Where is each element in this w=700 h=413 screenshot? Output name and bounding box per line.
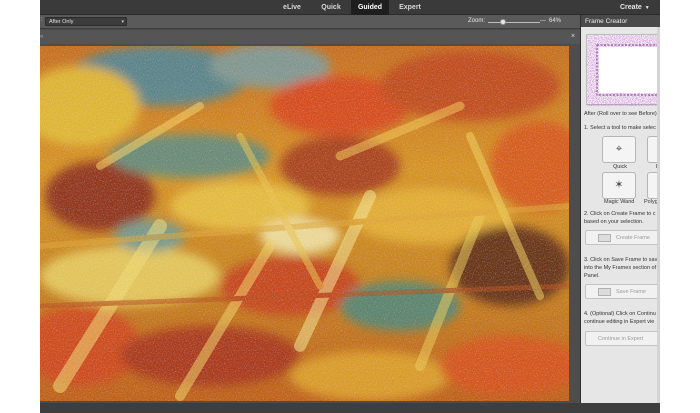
create-frame-icon: [598, 234, 611, 242]
tool-label-polygonal: Polyg: [644, 199, 658, 205]
tab-elive[interactable]: eLive: [274, 0, 310, 15]
save-frame-icon: [598, 288, 611, 296]
guided-panel: Frame Creator After (Roll over to see Be…: [580, 15, 660, 403]
select-arrows-icon: ▾: [121, 19, 124, 25]
tool-label-quick: Quick: [613, 164, 628, 170]
tab-quick[interactable]: Quick: [314, 0, 348, 15]
zoom-value[interactable]: 64%: [549, 18, 561, 24]
canvas-area: [40, 44, 580, 403]
create-frame-button[interactable]: Create Frame: [585, 230, 660, 245]
frame-preview[interactable]: [586, 34, 660, 105]
zoom-slider-track[interactable]: [488, 22, 540, 23]
frame-preview-image: [590, 38, 660, 103]
mode-bar: eLive Quick Guided Expert Create ▼: [40, 0, 660, 15]
magic-wand-icon: ✶: [614, 179, 624, 191]
step3-text-line2: into the My Frames section of: [584, 265, 657, 271]
magic-wand-tool-button[interactable]: ✶: [602, 172, 636, 199]
save-frame-button[interactable]: Save Frame: [585, 284, 660, 299]
document-image[interactable]: [40, 46, 569, 401]
zoom-separator: —: [540, 18, 546, 24]
step3-text-line1: 3. Click on Save Frame to sav: [584, 257, 658, 263]
step2-text-line2: based on your selection.: [584, 219, 644, 225]
view-select[interactable]: After Only ▾: [45, 17, 127, 26]
step3-text-line3: Panel.: [584, 273, 600, 279]
tab-guided[interactable]: Guided: [351, 0, 389, 15]
close-icon[interactable]: ×: [571, 33, 575, 40]
collapse-icon[interactable]: «: [40, 34, 43, 40]
panel-header: Frame Creator: [581, 15, 660, 27]
view-select-value: After Only: [49, 19, 74, 25]
bottom-bar: [40, 403, 660, 413]
quick-selection-tool-button[interactable]: ⌖: [602, 136, 636, 163]
create-button[interactable]: Create ▼: [620, 0, 650, 15]
continue-in-expert-button[interactable]: Continue in Expert: [585, 331, 660, 346]
create-frame-label: Create Frame: [616, 235, 650, 241]
zoom-slider-handle[interactable]: [500, 19, 506, 25]
chevron-down-icon: ▼: [644, 5, 650, 11]
view-label-colon: :: [41, 17, 43, 23]
quick-selection-icon: ⌖: [615, 143, 623, 155]
document-strip: « ×: [40, 30, 580, 44]
step2-text-line1: 2. Click on Create Frame to c: [584, 211, 656, 217]
panel-scrollbar[interactable]: [657, 27, 660, 403]
panel-title: Frame Creator: [585, 18, 628, 25]
continue-in-expert-label: Continue in Expert: [598, 336, 644, 342]
save-frame-label: Save Frame: [616, 289, 646, 295]
step1-text: 1. Select a tool to make selec: [584, 125, 656, 131]
options-bar: : After Only ▾ Zoom: — 64%: [40, 15, 580, 29]
create-label: Create: [620, 4, 642, 11]
preview-caption: After (Roll over to see Before): [584, 111, 657, 117]
zoom-label: Zoom:: [468, 18, 486, 24]
step4-text-line2: continue editing in Expert vie: [584, 319, 655, 325]
tool-label-magic-wand: Magic Wand: [604, 199, 635, 205]
step4-text-line1: 4. (Optional) Click on Continu: [584, 311, 656, 317]
photoshop-elements-window: eLive Quick Guided Expert Create ▼ : Afte…: [40, 0, 660, 413]
abstract-painting-image: [40, 46, 569, 401]
tab-expert[interactable]: Expert: [391, 0, 429, 15]
